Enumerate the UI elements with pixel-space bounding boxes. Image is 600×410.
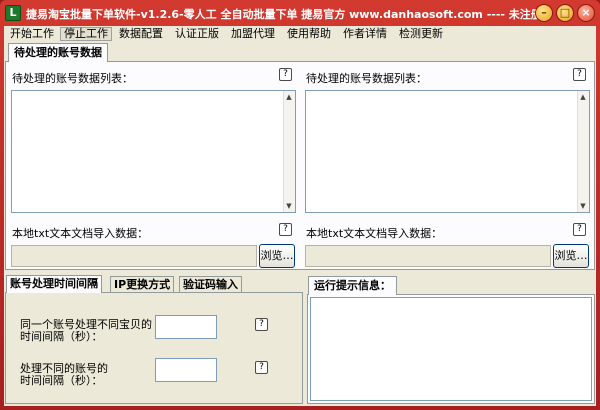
close-button[interactable]: × [577,4,595,22]
right-account-list[interactable]: ▲ ▼ [305,90,590,213]
tab-captcha-input[interactable]: 验证码输入 [179,276,242,292]
right-list-label: 待处理的账号数据列表： [306,72,427,85]
run-info-output[interactable] [310,297,592,401]
title-bar[interactable]: L 捷易淘宝批量下单软件-v1.2.6-零人工 全自动批量下单 捷易官方 www… [0,0,600,26]
diff-account-help-icon[interactable]: ? [255,361,268,374]
tab-ip-change[interactable]: IP更换方式 [110,276,175,292]
scroll-down-icon[interactable]: ▼ [578,201,588,211]
minimize-button[interactable]: – [535,4,553,22]
same-account-help-icon[interactable]: ? [255,318,268,331]
left-account-list[interactable]: ▲ ▼ [11,90,296,213]
menu-data-config[interactable]: 数据配置 [116,27,166,41]
client-area: 开始工作 停止工作 数据配置 认证正版 加盟代理 使用帮助 作者详情 检测更新 … [4,26,596,406]
right-browse-button[interactable]: 浏览… [553,244,589,268]
menu-author[interactable]: 作者详情 [340,27,390,41]
left-file-path-input[interactable] [11,245,257,267]
scroll-up-icon[interactable]: ▲ [578,92,588,102]
menu-help[interactable]: 使用帮助 [284,27,334,41]
left-list-scrollbar[interactable]: ▲ ▼ [283,91,295,212]
menu-bar: 开始工作 停止工作 数据配置 认证正版 加盟代理 使用帮助 作者详情 检测更新 [4,26,596,42]
menu-join-agent[interactable]: 加盟代理 [228,27,278,41]
app-logo-icon: L [5,5,21,21]
menu-check-update[interactable]: 检测更新 [396,27,446,41]
same-account-interval-input[interactable] [155,315,217,339]
tab-run-info[interactable]: 运行提示信息： [308,276,397,295]
same-account-label-line2: 时间间隔（秒）： [20,330,103,343]
diff-account-label-line2: 时间间隔（秒）： [20,374,103,387]
right-import-label: 本地txt文本文档导入数据： [306,227,443,240]
app-window: L 捷易淘宝批量下单软件-v1.2.6-零人工 全自动批量下单 捷易官方 www… [0,0,600,410]
right-import-help-icon[interactable]: ? [573,223,586,236]
scroll-up-icon[interactable]: ▲ [284,92,294,102]
tab-pending-accounts[interactable]: 待处理的账号数据 [8,43,108,62]
menu-verify-license[interactable]: 认证正版 [172,27,222,41]
scroll-down-icon[interactable]: ▼ [284,201,294,211]
window-title: 捷易淘宝批量下单软件-v1.2.6-零人工 全自动批量下单 捷易官方 www.d… [26,8,542,21]
tab-time-interval[interactable]: 账号处理时间间隔 [6,275,102,293]
menu-stop-work[interactable]: 停止工作 [60,27,112,41]
maximize-button[interactable]: □ [556,4,574,22]
right-list-help-icon[interactable]: ? [573,68,586,81]
left-browse-button[interactable]: 浏览… [259,244,295,268]
right-file-path-input[interactable] [305,245,551,267]
left-import-help-icon[interactable]: ? [279,223,292,236]
right-list-scrollbar[interactable]: ▲ ▼ [577,91,589,212]
menu-start-work[interactable]: 开始工作 [7,27,57,41]
run-info-panel [307,294,595,404]
diff-account-interval-input[interactable] [155,358,217,382]
left-import-label: 本地txt文本文档导入数据： [12,227,149,240]
left-list-help-icon[interactable]: ? [279,68,292,81]
left-list-label: 待处理的账号数据列表： [12,72,133,85]
